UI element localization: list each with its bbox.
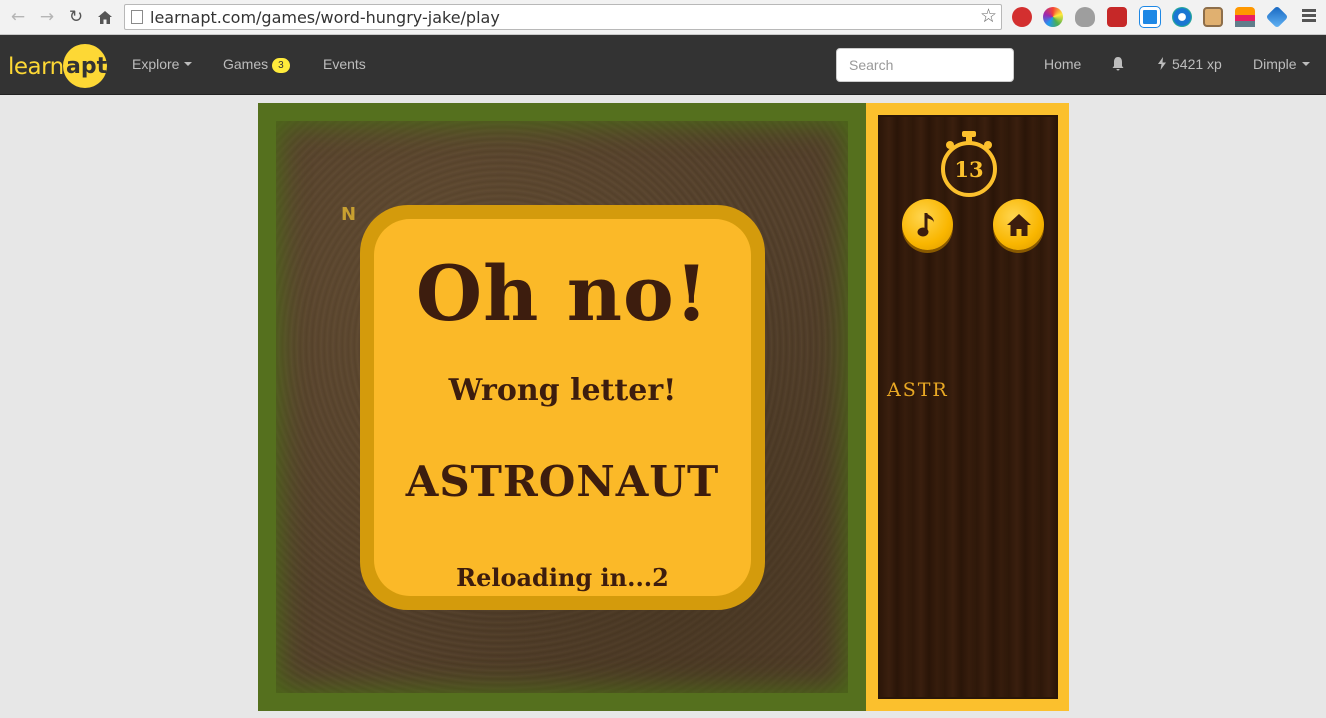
board-letter: N <box>341 204 357 225</box>
music-button[interactable] <box>902 199 953 250</box>
bell-icon[interactable] <box>1111 56 1125 72</box>
nav-explore-label: Explore <box>132 56 180 72</box>
extension-book-icon[interactable] <box>1107 7 1127 27</box>
nav-xp[interactable]: 5421 xp <box>1157 56 1222 72</box>
nav-user[interactable]: Dimple <box>1253 56 1310 72</box>
extension-diamond-icon[interactable] <box>1265 5 1289 29</box>
reload-countdown: Reloading in...2 <box>456 563 669 592</box>
dialog-body: Oh no! Wrong letter! ASTRONAUT Reloading… <box>374 219 751 596</box>
reload-icon[interactable]: ↻ <box>65 6 87 28</box>
site-navbar: learn apt Explore Games3 Events Home 542… <box>0 35 1326 95</box>
side-panel: 13 ASTR <box>866 103 1069 711</box>
timer-value: 13 <box>954 157 984 182</box>
home-icon[interactable] <box>94 6 116 28</box>
back-icon[interactable]: ← <box>7 6 29 28</box>
bolt-icon <box>1158 57 1166 70</box>
logo-accent: apt <box>66 54 108 79</box>
nav-home[interactable]: Home <box>1044 56 1081 72</box>
collected-letters: ASTR <box>887 379 949 401</box>
extension-eye-icon[interactable] <box>1172 7 1192 27</box>
games-count-badge: 3 <box>272 58 290 73</box>
extension-rainbow-icon[interactable] <box>1235 7 1255 27</box>
learnapt-logo[interactable]: learn apt <box>8 42 113 90</box>
game-canvas[interactable]: N Oh no! Wrong letter! ASTRONAUT Reloadi… <box>258 103 1069 711</box>
extension-color-icon[interactable] <box>1043 7 1063 27</box>
house-icon <box>1006 213 1031 236</box>
music-note-icon <box>917 212 934 236</box>
dialog-title: Oh no! <box>415 249 710 338</box>
extension-stop-icon[interactable] <box>1012 7 1032 27</box>
stopwatch-icon: 13 <box>939 131 999 201</box>
wood-panel: 13 ASTR <box>878 115 1058 699</box>
xp-label: 5421 xp <box>1172 56 1222 72</box>
browser-toolbar: ← → ↻ learnapt.com/games/word-hungry-jak… <box>0 0 1326 35</box>
chevron-down-icon <box>184 62 193 66</box>
nav-explore[interactable]: Explore <box>132 56 193 72</box>
extension-face-icon[interactable] <box>1203 7 1223 27</box>
user-name: Dimple <box>1253 56 1297 72</box>
extension-window-icon[interactable] <box>1140 7 1160 27</box>
game-over-dialog: Oh no! Wrong letter! ASTRONAUT Reloading… <box>360 205 765 610</box>
extension-ghost-icon[interactable] <box>1075 7 1095 27</box>
chevron-down-icon <box>1301 62 1310 66</box>
menu-icon[interactable] <box>1302 9 1316 24</box>
dialog-message: Wrong letter! <box>448 373 677 408</box>
nav-games-label: Games <box>223 56 269 72</box>
search-input[interactable] <box>836 48 1014 82</box>
forward-icon[interactable]: → <box>36 6 58 28</box>
address-bar[interactable]: learnapt.com/games/word-hungry-jake/play… <box>124 4 1002 30</box>
nav-games[interactable]: Games 3 <box>223 56 290 73</box>
correct-word: ASTRONAUT <box>405 457 720 506</box>
page-icon <box>131 10 143 24</box>
star-icon[interactable]: ☆ <box>980 5 997 27</box>
game-board[interactable]: N Oh no! Wrong letter! ASTRONAUT Reloadi… <box>258 103 866 711</box>
nav-events[interactable]: Events <box>323 56 366 72</box>
home-button[interactable] <box>993 199 1044 250</box>
url-text[interactable]: learnapt.com/games/word-hungry-jake/play <box>150 8 500 27</box>
logo-word: learn <box>8 54 64 80</box>
